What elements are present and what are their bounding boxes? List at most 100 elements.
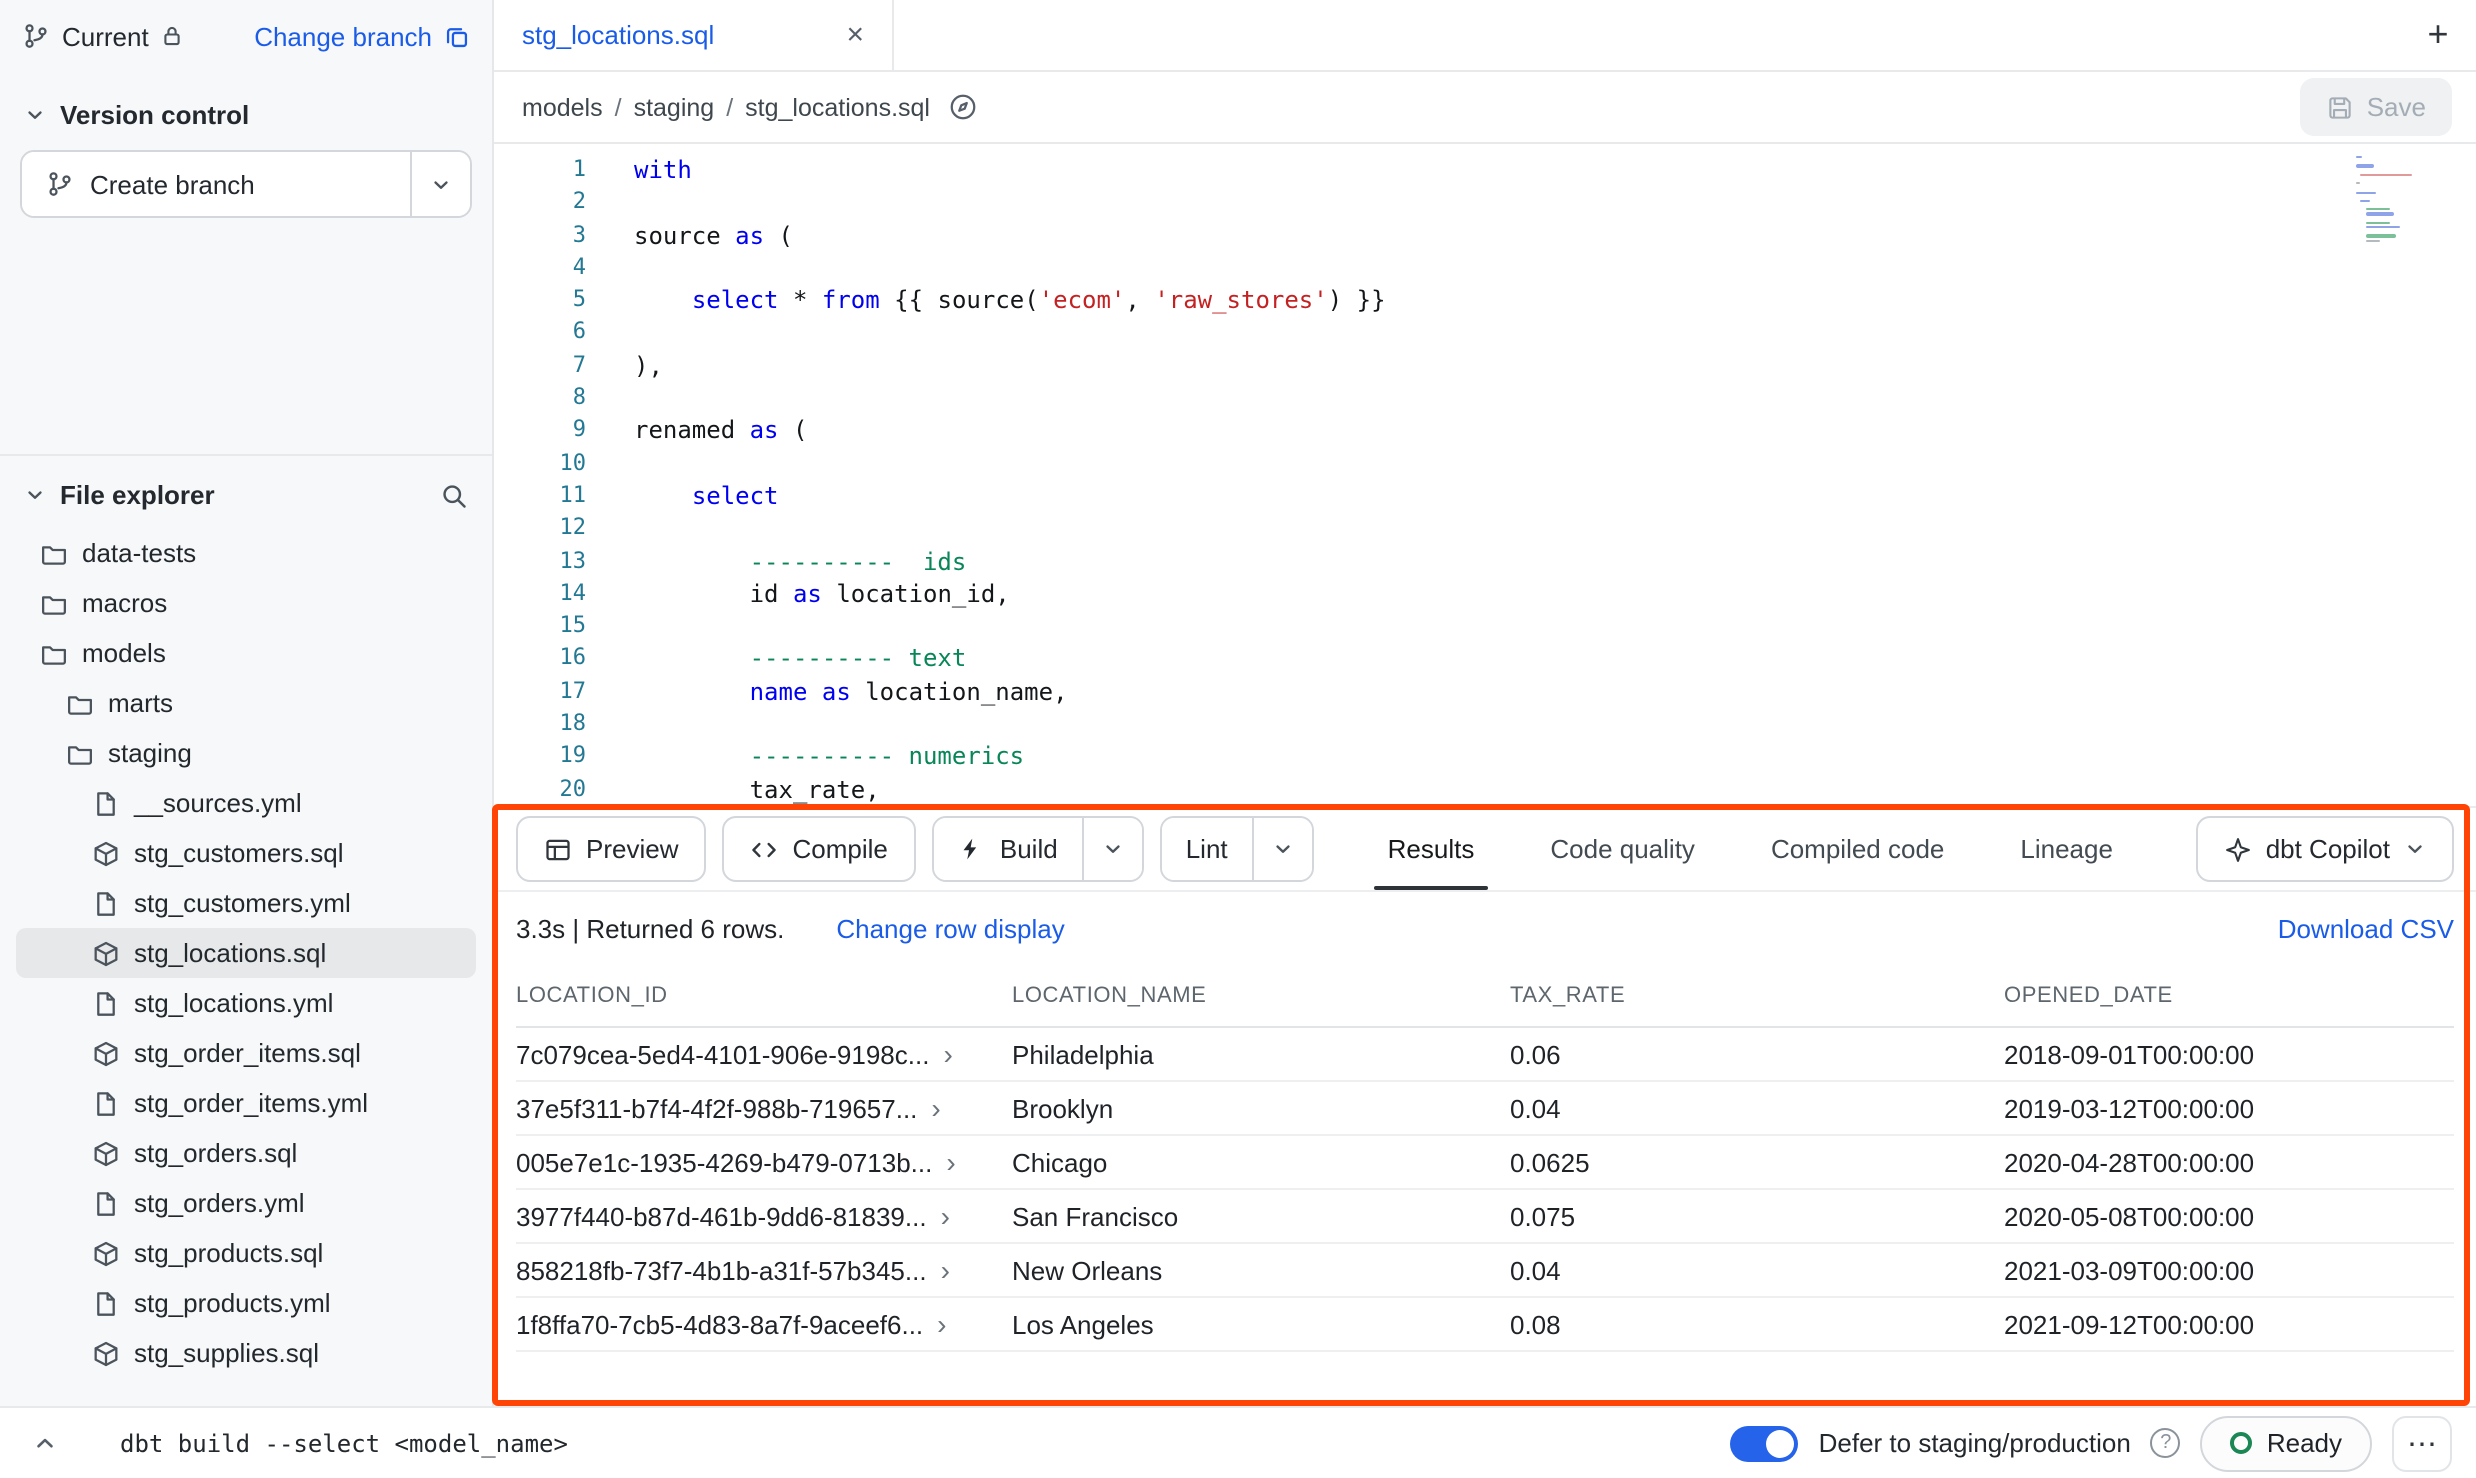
- expand-row-icon[interactable]: ›: [941, 1202, 950, 1230]
- doc-icon: [92, 1089, 120, 1117]
- file-tree-item-macros[interactable]: macros: [16, 578, 476, 628]
- cell: 0.04: [1510, 1093, 2004, 1123]
- chevron-up-icon[interactable]: [20, 1430, 68, 1456]
- code-icon: [751, 835, 779, 863]
- tab-lineage[interactable]: Lineage: [1982, 808, 2151, 890]
- code-editor[interactable]: 1with23source as (45 select * from {{ so…: [494, 144, 2476, 806]
- line-number: 17: [494, 676, 586, 709]
- location-id-cell: 37e5f311-b7f4-4f2f-988b-719657... ›: [516, 1093, 1012, 1123]
- chevron-down-icon: [1272, 838, 1294, 860]
- minimap-line: [2356, 156, 2362, 158]
- column-header: TAX_RATE: [1510, 984, 2004, 1008]
- file-tree-item-stg-orders-yml[interactable]: stg_orders.yml: [16, 1178, 476, 1228]
- file-tree-item-models[interactable]: models: [16, 628, 476, 678]
- doc-icon: [92, 789, 120, 817]
- save-label: Save: [2367, 92, 2426, 122]
- current-branch-label: Current: [62, 21, 149, 51]
- results-info-row: 3.3s | Returned 6 rows. Change row displ…: [494, 892, 2476, 966]
- more-options-button[interactable]: ⋯: [2392, 1415, 2452, 1471]
- tab-results[interactable]: Results: [1350, 808, 1513, 890]
- location-id-cell: 1f8ffa70-7cb5-4d83-8a7f-9aceef6...›: [516, 1309, 1012, 1339]
- file-label: stg_order_items.sql: [134, 1038, 361, 1068]
- code-line: 1with: [494, 154, 2476, 187]
- code-line: 10: [494, 447, 2476, 480]
- version-control-section: Version control Create branch: [0, 72, 492, 456]
- close-icon[interactable]: ×: [846, 20, 864, 50]
- new-tab-button[interactable]: +: [2412, 9, 2464, 61]
- file-explorer-section: File explorer data-tests macros modelsmart…: [0, 456, 492, 1406]
- copy-icon[interactable]: [444, 23, 470, 49]
- file-tree-item-data-tests[interactable]: data-tests: [16, 528, 476, 578]
- file-explorer-header[interactable]: File explorer: [0, 468, 492, 522]
- breadcrumb-separator: /: [615, 93, 622, 121]
- save-button[interactable]: Save: [2301, 78, 2452, 136]
- table-row: 858218fb-73f7-4b1b-a31f-57b345...›New Or…: [516, 1244, 2454, 1298]
- command-input[interactable]: dbt build --select <model_name>: [120, 1429, 568, 1457]
- expand-row-icon[interactable]: ›: [937, 1310, 946, 1338]
- compile-label: Compile: [793, 834, 888, 864]
- search-icon[interactable]: [440, 481, 468, 509]
- tab-code-quality[interactable]: Code quality: [1512, 808, 1733, 890]
- build-button[interactable]: Build: [934, 818, 1082, 880]
- file-tree-item-stg-supplies-sql[interactable]: stg_supplies.sql: [16, 1328, 476, 1378]
- download-csv-link[interactable]: Download CSV: [2278, 914, 2454, 944]
- expand-row-icon[interactable]: ›: [931, 1094, 940, 1122]
- create-branch-dropdown[interactable]: [410, 152, 470, 216]
- create-branch-button[interactable]: Create branch: [22, 152, 410, 216]
- dbt-copilot-button[interactable]: dbt Copilot: [2196, 816, 2454, 882]
- expand-row-icon[interactable]: ›: [943, 1040, 952, 1068]
- cell: New Orleans: [1012, 1255, 1510, 1285]
- panel-tabs: ResultsCode qualityCompiled codeLineage: [1350, 808, 2151, 890]
- chevron-down-icon: [430, 173, 452, 195]
- minimap[interactable]: [2356, 156, 2416, 242]
- doc-icon: [92, 989, 120, 1017]
- cell: 2020-05-08T00:00:00: [2004, 1201, 2454, 1231]
- code-text: source as (: [586, 219, 793, 252]
- tab-stg-locations-sql[interactable]: stg_locations.sql ×: [494, 0, 894, 70]
- ready-status-button[interactable]: Ready: [2201, 1415, 2372, 1471]
- breadcrumb-part[interactable]: models: [522, 93, 603, 121]
- file-tree-item-staging[interactable]: staging: [16, 728, 476, 778]
- version-control-header[interactable]: Version control: [0, 88, 492, 150]
- docs-compass-icon[interactable]: [948, 92, 978, 122]
- help-icon[interactable]: ?: [2151, 1428, 2181, 1458]
- file-label: macros: [82, 588, 167, 618]
- line-number: 14: [494, 578, 586, 611]
- lint-dropdown[interactable]: [1252, 818, 1312, 880]
- breadcrumb-row: models/staging/stg_locations.sql Save: [494, 72, 2476, 144]
- expand-row-icon[interactable]: ›: [946, 1148, 955, 1176]
- file-tree-item-stg-orders-sql[interactable]: stg_orders.sql: [16, 1128, 476, 1178]
- file-tree-item--sources-yml[interactable]: __sources.yml: [16, 778, 476, 828]
- file-tree-item-stg-locations-sql[interactable]: stg_locations.sql: [16, 928, 476, 978]
- file-tree-item-stg-customers-yml[interactable]: stg_customers.yml: [16, 878, 476, 928]
- defer-toggle[interactable]: [1731, 1425, 1799, 1461]
- file-tree-item-stg-customers-sql[interactable]: stg_customers.sql: [16, 828, 476, 878]
- breadcrumb-part[interactable]: stg_locations.sql: [745, 93, 930, 121]
- file-label: stg_locations.yml: [134, 988, 333, 1018]
- preview-button[interactable]: Preview: [516, 816, 707, 882]
- minimap-line: [2366, 222, 2390, 224]
- file-tree-item-stg-products-yml[interactable]: stg_products.yml: [16, 1278, 476, 1328]
- file-tree-item-stg-locations-yml[interactable]: stg_locations.yml: [16, 978, 476, 1028]
- create-branch-label: Create branch: [90, 169, 255, 199]
- cell: 2020-04-28T00:00:00: [2004, 1147, 2454, 1177]
- file-label: data-tests: [82, 538, 196, 568]
- change-branch-link[interactable]: Change branch: [254, 21, 432, 51]
- breadcrumb-part[interactable]: staging: [634, 93, 715, 121]
- change-row-display-link[interactable]: Change row display: [836, 914, 1064, 944]
- expand-row-icon[interactable]: ›: [941, 1256, 950, 1284]
- lint-button[interactable]: Lint: [1162, 818, 1252, 880]
- tab-compiled-code[interactable]: Compiled code: [1733, 808, 1982, 890]
- file-tree-item-marts[interactable]: marts: [16, 678, 476, 728]
- folder-icon: [66, 689, 94, 717]
- main-area: stg_locations.sql × + models/staging/stg…: [494, 0, 2476, 1406]
- code-text: select: [586, 480, 779, 513]
- results-table: LOCATION_IDLOCATION_NAMETAX_RATEOPENED_D…: [494, 966, 2476, 1352]
- column-header: OPENED_DATE: [2004, 984, 2454, 1008]
- compile-button[interactable]: Compile: [723, 816, 916, 882]
- file-tree-item-stg-order-items-sql[interactable]: stg_order_items.sql: [16, 1028, 476, 1078]
- file-tree-item-stg-products-sql[interactable]: stg_products.sql: [16, 1228, 476, 1278]
- file-tree-item-stg-order-items-yml[interactable]: stg_order_items.yml: [16, 1078, 476, 1128]
- build-dropdown[interactable]: [1082, 818, 1142, 880]
- cell-text: 37e5f311-b7f4-4f2f-988b-719657...: [516, 1093, 917, 1123]
